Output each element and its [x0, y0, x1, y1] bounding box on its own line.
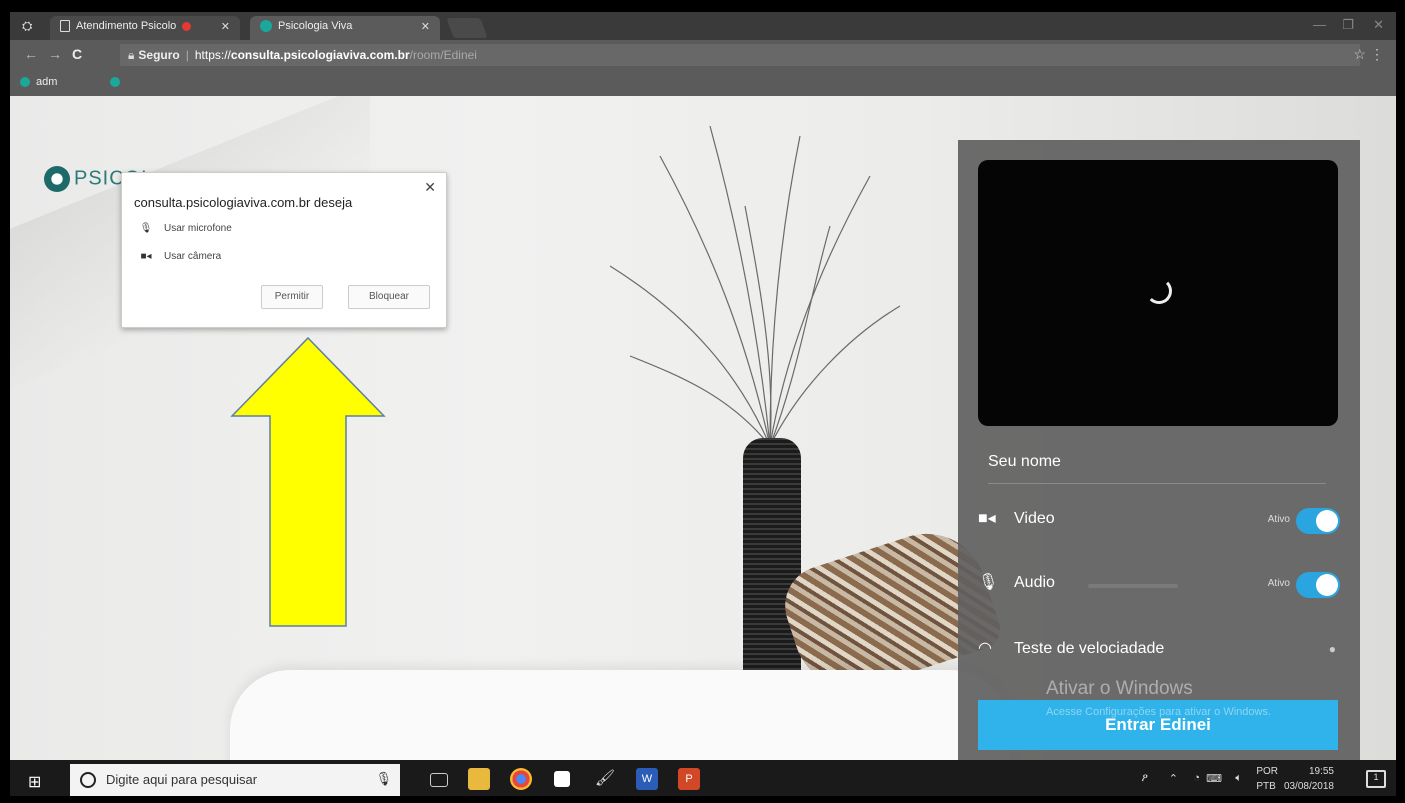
allow-button[interactable]: Permitir: [261, 285, 323, 309]
url-path: /room/Edinei: [409, 48, 477, 62]
yellow-up-arrow: [230, 336, 386, 627]
audio-state: Ativo: [1267, 578, 1290, 589]
task-view-icon[interactable]: [430, 773, 448, 787]
url-host: consulta.psicologiaviva.com.br: [230, 48, 410, 62]
restore-icon[interactable]: ❐: [1342, 17, 1354, 33]
reload-icon[interactable]: C: [72, 46, 82, 62]
loading-spinner-icon: [1146, 278, 1172, 304]
sofa-decoration: [230, 670, 1010, 760]
speed-test-label: Teste de velociadade: [1014, 640, 1165, 657]
address-bar[interactable]: 🔒︎ Seguro | https://consulta.psicologiaviva…: [120, 44, 1360, 66]
permission-label: Usar microfone: [164, 223, 232, 234]
url-scheme: https://: [194, 48, 231, 62]
forward-icon[interactable]: →: [48, 46, 62, 62]
keyboard-icon[interactable]: ⌨: [1206, 772, 1222, 785]
action-center-icon[interactable]: 1: [1366, 770, 1386, 788]
tab-label: Atendimento Psicolo: [76, 20, 177, 32]
divider: |: [185, 48, 189, 62]
windows-taskbar: ⊞ Digite aqui para pesquisar 🎙︎ 🖌︎ W P ዖ…: [10, 760, 1396, 796]
close-tab-icon[interactable]: ✕: [221, 20, 230, 33]
windows-start-icon[interactable]: ⊞: [28, 772, 41, 792]
powerpoint-icon[interactable]: P: [678, 768, 700, 790]
clock-date: 03/08/2018: [1283, 781, 1334, 792]
audio-level-bar: [1088, 584, 1178, 588]
chrome-icon[interactable]: [510, 768, 532, 790]
back-icon[interactable]: ←: [24, 46, 38, 62]
volume-icon[interactable]: 🔈︎: [1235, 772, 1242, 785]
wifi-icon: ◠: [978, 640, 992, 657]
new-tab-button[interactable]: [446, 18, 488, 38]
browser-toolbar: ← → C 🔒︎ Seguro | https://consulta.psicolog…: [10, 40, 1396, 70]
close-tab-icon[interactable]: ✕: [421, 20, 430, 33]
name-input[interactable]: [988, 440, 1326, 484]
language-indicator[interactable]: POR PTB: [1256, 764, 1278, 794]
settings-dot-icon[interactable]: ●: [1329, 642, 1336, 656]
keyboard-layout: PTB: [1256, 781, 1276, 792]
tab-atendimento[interactable]: Atendimento Psicolo ✕: [50, 16, 240, 40]
permission-title: consulta.psicologiaviva.com.br deseja: [134, 195, 353, 210]
windows-activation-title: Ativar o Windows: [1046, 678, 1193, 699]
audio-label: Audio: [1014, 574, 1055, 591]
permission-microphone: 🎙︎ Usar microfone: [138, 223, 232, 234]
video-state: Ativo: [1267, 514, 1290, 525]
bookmark-star-icon[interactable]: ☆: [1353, 46, 1366, 63]
microphone-icon[interactable]: 🎙︎: [375, 771, 392, 787]
people-icon[interactable]: ዖ: [1142, 772, 1148, 785]
video-option: ■◂ Video Ativo: [978, 508, 1340, 538]
menu-icon[interactable]: ⋮: [1370, 46, 1384, 63]
site-favicon-icon: [260, 20, 272, 33]
windows-activation-text: Acesse Configurações para ativar o Windo…: [1046, 706, 1271, 718]
show-hidden-icons-icon[interactable]: ⌃: [1169, 772, 1178, 785]
network-icon[interactable]: ◔: [1193, 772, 1200, 784]
incognito-icon: ⛭: [22, 18, 33, 33]
language-code: POR: [1256, 766, 1278, 777]
video-toggle[interactable]: [1296, 508, 1340, 534]
block-button[interactable]: Bloquear: [348, 285, 430, 309]
file-explorer-icon[interactable]: [468, 768, 490, 790]
tab-psicologia-viva[interactable]: Psicologia Viva ✕: [250, 16, 440, 40]
audio-option: 🎙︎ Audio Ativo: [978, 572, 1340, 602]
vase-decoration: [743, 438, 801, 688]
audio-toggle[interactable]: [1296, 572, 1340, 598]
paint-icon[interactable]: 🖌︎: [594, 768, 616, 790]
speed-test-option[interactable]: ◠ Teste de velociadade ●: [978, 638, 1340, 668]
search-placeholder: Digite aqui para pesquisar: [106, 772, 258, 787]
taskbar-search[interactable]: Digite aqui para pesquisar 🎙︎: [70, 764, 400, 796]
bookmark-label: adm: [36, 76, 58, 88]
secure-label: Seguro: [138, 48, 180, 62]
bookmark-favicon-icon: [20, 77, 30, 88]
screen: ⛭ Atendimento Psicolo ✕ Psicologia Viva …: [8, 10, 1398, 798]
bookmark-favicon-icon[interactable]: [110, 76, 126, 88]
clock-time: 19:55: [1308, 766, 1334, 777]
camera-preview: [978, 160, 1338, 426]
window-close-icon[interactable]: ✕: [1373, 17, 1384, 33]
word-icon[interactable]: W: [636, 768, 658, 790]
logo-icon: [44, 166, 70, 192]
sticky-notes-icon[interactable]: [554, 771, 570, 787]
minimize-icon[interactable]: —: [1313, 17, 1326, 32]
close-icon[interactable]: ✕: [424, 179, 436, 196]
permission-popup: ✕ consulta.psicologiaviva.com.br deseja …: [121, 172, 447, 328]
lock-icon: 🔒︎: [128, 48, 135, 62]
video-label: Video: [1014, 510, 1055, 527]
page-icon: [60, 20, 70, 33]
taskbar-clock[interactable]: 19:55 03/08/2018: [1284, 764, 1334, 794]
bookmarks-bar: adm: [10, 70, 1396, 96]
plant-decoration: [609, 125, 901, 447]
join-panel: ■◂ Video Ativo 🎙︎ Audio Ativo ◠ Teste de ve…: [958, 140, 1360, 760]
microphone-icon: 🎙︎: [978, 574, 999, 591]
camera-icon: ■◂: [140, 251, 152, 262]
cortana-icon: [80, 772, 96, 788]
browser-tabstrip: ⛭ Atendimento Psicolo ✕ Psicologia Viva …: [10, 12, 1396, 40]
page-content: PSICOL ■◂Video Ativo 🎙︎Audio Ativo: [10, 96, 1396, 760]
tab-label: Psicologia Viva: [278, 20, 353, 32]
microphone-icon: 🎙︎: [139, 223, 153, 234]
recording-icon: [182, 21, 192, 31]
permission-label: Usar câmera: [164, 251, 222, 262]
permission-camera: ■◂ Usar câmera: [138, 251, 221, 262]
bookmark-adm[interactable]: adm: [20, 76, 57, 88]
video-camera-icon: ■◂: [978, 510, 996, 527]
notification-count: 1: [1373, 772, 1379, 782]
